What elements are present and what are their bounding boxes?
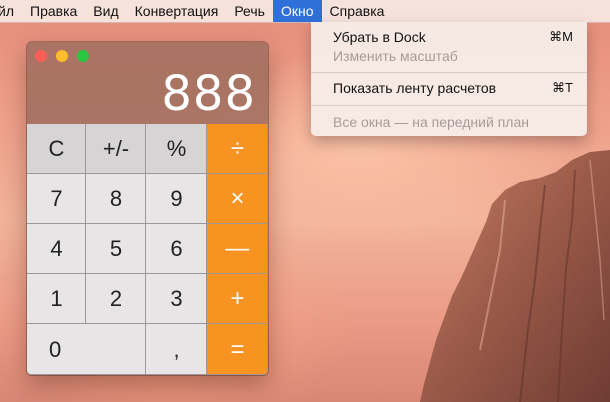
menu-speech[interactable]: Речь xyxy=(226,0,273,22)
menu-item-minimize-shortcut: ⌘M xyxy=(549,29,573,44)
clear-button[interactable]: C xyxy=(27,124,86,174)
sign-button[interactable]: +/- xyxy=(86,124,146,174)
menu-bar: йл Правка Вид Конвертация Речь Окно Спра… xyxy=(0,0,610,23)
menu-item-bring-all-front-label: Все окна — на передний план xyxy=(333,114,529,130)
menu-convert[interactable]: Конвертация xyxy=(127,0,227,22)
menu-separator xyxy=(311,105,587,106)
menu-edit[interactable]: Правка xyxy=(22,0,85,22)
digit-3-button[interactable]: 3 xyxy=(146,274,207,324)
menu-item-show-tape-label: Показать ленту расчетов xyxy=(333,80,497,96)
digit-0-button[interactable]: 0 xyxy=(27,324,146,375)
calculator-display: 888 xyxy=(27,42,268,124)
digit-9-button[interactable]: 9 xyxy=(146,174,207,224)
decimal-button[interactable]: , xyxy=(146,324,207,375)
digit-7-button[interactable]: 7 xyxy=(27,174,86,224)
calculator-window: 888 C +/- % ÷ 7 8 9 × 4 5 6 — 1 2 3 + 0 … xyxy=(27,42,268,375)
digit-2-button[interactable]: 2 xyxy=(86,274,146,324)
minus-button[interactable]: — xyxy=(207,224,268,274)
minimize-button[interactable] xyxy=(56,50,68,62)
equals-button[interactable]: = xyxy=(207,324,268,375)
menu-item-show-tape[interactable]: Показать ленту расчетов ⌘T xyxy=(333,78,573,98)
zoom-button[interactable] xyxy=(77,50,89,62)
menu-file-partial[interactable]: йл xyxy=(0,0,22,22)
menu-item-zoom: Изменить масштаб xyxy=(333,46,573,66)
window-menu-dropdown: Убрать в Dock ⌘M Изменить масштаб Показа… xyxy=(311,22,587,136)
menu-separator xyxy=(311,72,587,73)
digit-6-button[interactable]: 6 xyxy=(146,224,207,274)
menu-window[interactable]: Окно xyxy=(272,0,322,22)
close-button[interactable] xyxy=(35,50,47,62)
multiply-button[interactable]: × xyxy=(207,174,268,224)
menu-item-zoom-label: Изменить масштаб xyxy=(333,48,458,64)
plus-button[interactable]: + xyxy=(207,274,268,324)
digit-8-button[interactable]: 8 xyxy=(86,174,146,224)
digit-1-button[interactable]: 1 xyxy=(27,274,86,324)
digit-5-button[interactable]: 5 xyxy=(86,224,146,274)
percent-button[interactable]: % xyxy=(146,124,207,174)
calculator-keypad: C +/- % ÷ 7 8 9 × 4 5 6 — 1 2 3 + 0 , = xyxy=(27,124,268,375)
menu-item-minimize-label: Убрать в Dock xyxy=(333,29,426,45)
digit-4-button[interactable]: 4 xyxy=(27,224,86,274)
menu-item-show-tape-shortcut: ⌘T xyxy=(552,80,573,95)
menu-item-minimize[interactable]: Убрать в Dock ⌘M xyxy=(333,27,573,47)
menu-help[interactable]: Справка xyxy=(322,0,393,22)
divide-button[interactable]: ÷ xyxy=(207,124,268,174)
menu-view[interactable]: Вид xyxy=(85,0,126,22)
display-value: 888 xyxy=(161,66,256,122)
menu-item-bring-all-front: Все окна — на передний план xyxy=(333,112,573,132)
